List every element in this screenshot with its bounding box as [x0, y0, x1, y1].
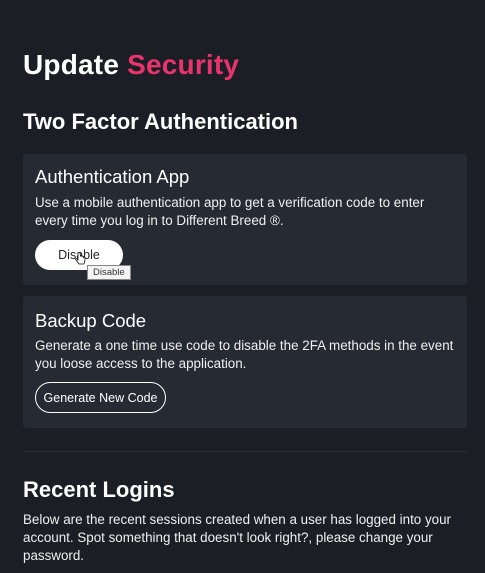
- backup-code-title: Backup Code: [35, 310, 147, 331]
- recent-logins-title: Recent Logins: [23, 477, 175, 502]
- authentication-app-card: Authentication App Use a mobile authenti…: [23, 154, 467, 285]
- backup-code-description: Generate a one time use code to disable …: [35, 338, 454, 371]
- page-title-accent: Security: [127, 49, 240, 80]
- two-factor-title: Two Factor Authentication: [23, 109, 298, 134]
- authentication-app-title: Authentication App: [35, 166, 190, 187]
- page-title-prefix: Update: [23, 49, 120, 80]
- backup-code-card: Backup Code Generate a one time use code…: [23, 296, 467, 428]
- authentication-app-description: Use a mobile authentication app to get a…: [35, 195, 425, 228]
- page-title: Update Security: [23, 49, 239, 81]
- section-divider: [23, 451, 467, 452]
- hand-pointer-icon: [75, 252, 86, 265]
- disable-tooltip: Disable: [87, 265, 131, 280]
- generate-new-code-button[interactable]: Generate New Code: [35, 382, 166, 413]
- security-page: Update Security Two Factor Authenticatio…: [0, 0, 485, 573]
- recent-logins-description: Below are the recent sessions created wh…: [23, 512, 452, 563]
